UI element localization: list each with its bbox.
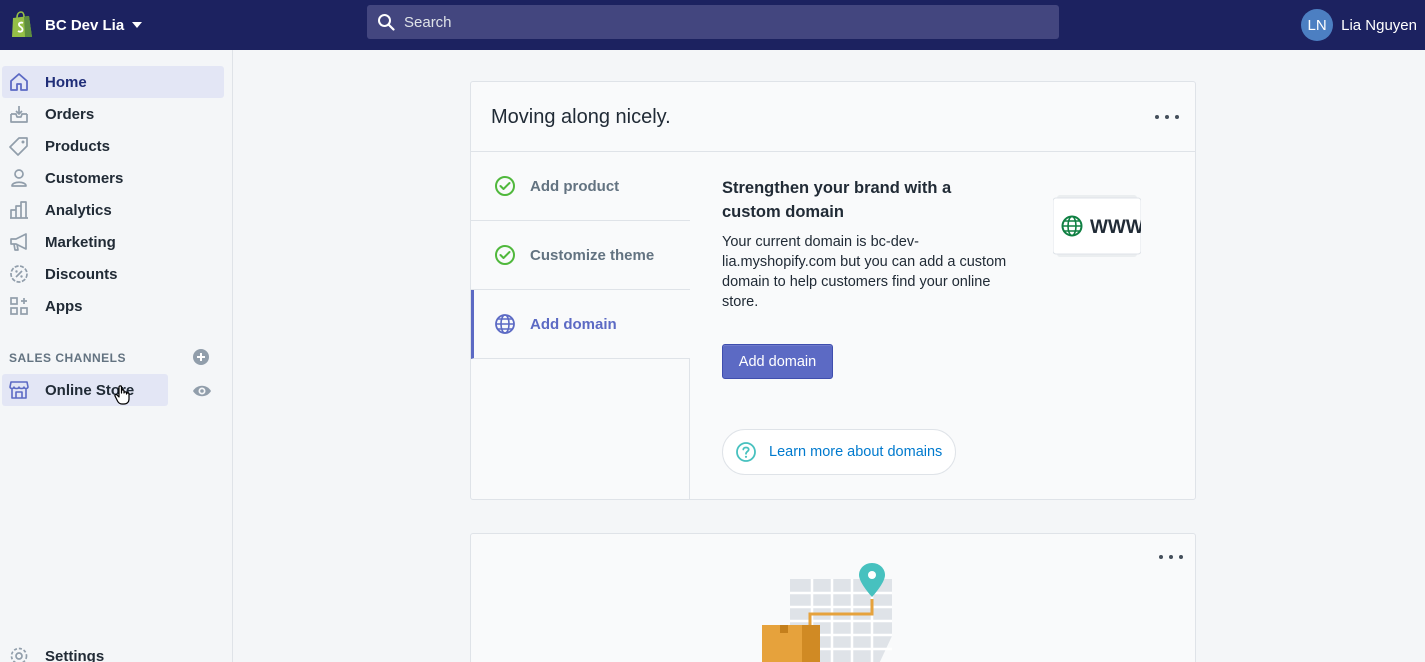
sidebar-item-online-store[interactable]: Online Store xyxy=(2,374,168,406)
add-domain-button[interactable]: Add domain xyxy=(722,344,833,379)
sidebar-item-label: Settings xyxy=(45,647,105,662)
map-package-illustration xyxy=(760,561,900,662)
www-text: WWW xyxy=(1090,217,1141,238)
globe-icon xyxy=(494,313,516,335)
step-customize-theme[interactable]: Customize theme xyxy=(471,221,690,290)
bar-chart-icon xyxy=(9,200,29,220)
check-circle-icon xyxy=(494,244,516,266)
sidebar-item-label: Orders xyxy=(45,105,95,123)
search-placeholder: Search xyxy=(404,13,452,31)
store-name: BC Dev Lia xyxy=(45,16,125,34)
sidebar-item-customers[interactable]: Customers xyxy=(2,162,224,194)
search-input[interactable]: Search xyxy=(367,5,1059,39)
home-icon xyxy=(9,72,29,92)
gear-icon xyxy=(9,646,29,662)
step-label: Add domain xyxy=(530,315,617,333)
check-circle-icon xyxy=(494,175,516,197)
user-name: Lia Nguyen xyxy=(1341,16,1417,34)
setup-steps: Add product Customize theme Add domain xyxy=(471,152,690,500)
sidebar: Home Orders Products Customers Analytics… xyxy=(0,50,233,662)
sidebar-item-orders[interactable]: Orders xyxy=(2,98,224,130)
step-detail-text: Your current domain is bc-dev-lia.myshop… xyxy=(722,234,1007,310)
www-domain-illustration: WWW xyxy=(1052,194,1144,258)
step-add-domain[interactable]: Add domain xyxy=(471,290,690,359)
avatar: LN xyxy=(1301,9,1334,41)
sidebar-item-label: Apps xyxy=(45,297,83,315)
fulfillment-card xyxy=(470,533,1196,662)
top-bar: BC Dev Lia Search LN Lia Nguyen xyxy=(0,0,1425,50)
search-icon xyxy=(377,13,395,31)
add-circle-icon[interactable] xyxy=(192,348,210,366)
hand-cursor-icon xyxy=(113,384,133,406)
sales-channels-title: SALES CHANNELS xyxy=(9,351,127,365)
learn-more-link[interactable]: Learn more about domains xyxy=(722,429,956,475)
step-add-product[interactable]: Add product xyxy=(471,152,690,221)
sidebar-item-label: Customers xyxy=(45,169,124,187)
shopify-bag-icon xyxy=(10,11,34,39)
user-menu[interactable]: LN Lia Nguyen xyxy=(1301,0,1425,50)
sidebar-item-settings[interactable]: Settings xyxy=(2,640,224,662)
sidebar-item-discounts[interactable]: Discounts xyxy=(2,258,224,290)
person-icon xyxy=(9,168,29,188)
learn-more-label: Learn more about domains xyxy=(769,444,943,460)
caret-down-icon xyxy=(132,22,143,28)
megaphone-icon xyxy=(9,232,29,252)
apps-icon xyxy=(9,296,29,316)
sidebar-item-label: Marketing xyxy=(45,233,116,251)
orders-icon xyxy=(9,104,29,124)
sidebar-item-marketing[interactable]: Marketing xyxy=(2,226,224,258)
store-switcher[interactable]: BC Dev Lia xyxy=(0,0,232,50)
step-label: Customize theme xyxy=(530,246,655,264)
tag-icon xyxy=(9,136,29,156)
sidebar-item-label: Home xyxy=(45,73,87,91)
discount-icon xyxy=(9,264,29,284)
sidebar-item-apps[interactable]: Apps xyxy=(2,290,224,322)
question-circle-icon xyxy=(735,441,757,463)
step-detail-title: Strengthen your brand with a custom doma… xyxy=(722,179,952,221)
sidebar-item-home[interactable]: Home xyxy=(2,66,224,98)
step-label: Add product xyxy=(530,177,620,195)
more-actions-icon[interactable] xyxy=(1155,109,1179,125)
more-actions-icon[interactable] xyxy=(1159,549,1183,565)
eye-icon[interactable] xyxy=(192,381,212,401)
card-title: Moving along nicely. xyxy=(491,106,671,128)
sidebar-item-analytics[interactable]: Analytics xyxy=(2,194,224,226)
sidebar-item-products[interactable]: Products xyxy=(2,130,224,162)
setup-guide-card: Moving along nicely. Add product Customi… xyxy=(470,81,1196,500)
sidebar-item-label: Discounts xyxy=(45,265,118,283)
sidebar-item-label: Analytics xyxy=(45,201,112,219)
store-icon xyxy=(9,380,29,400)
sidebar-item-label: Products xyxy=(45,137,111,155)
